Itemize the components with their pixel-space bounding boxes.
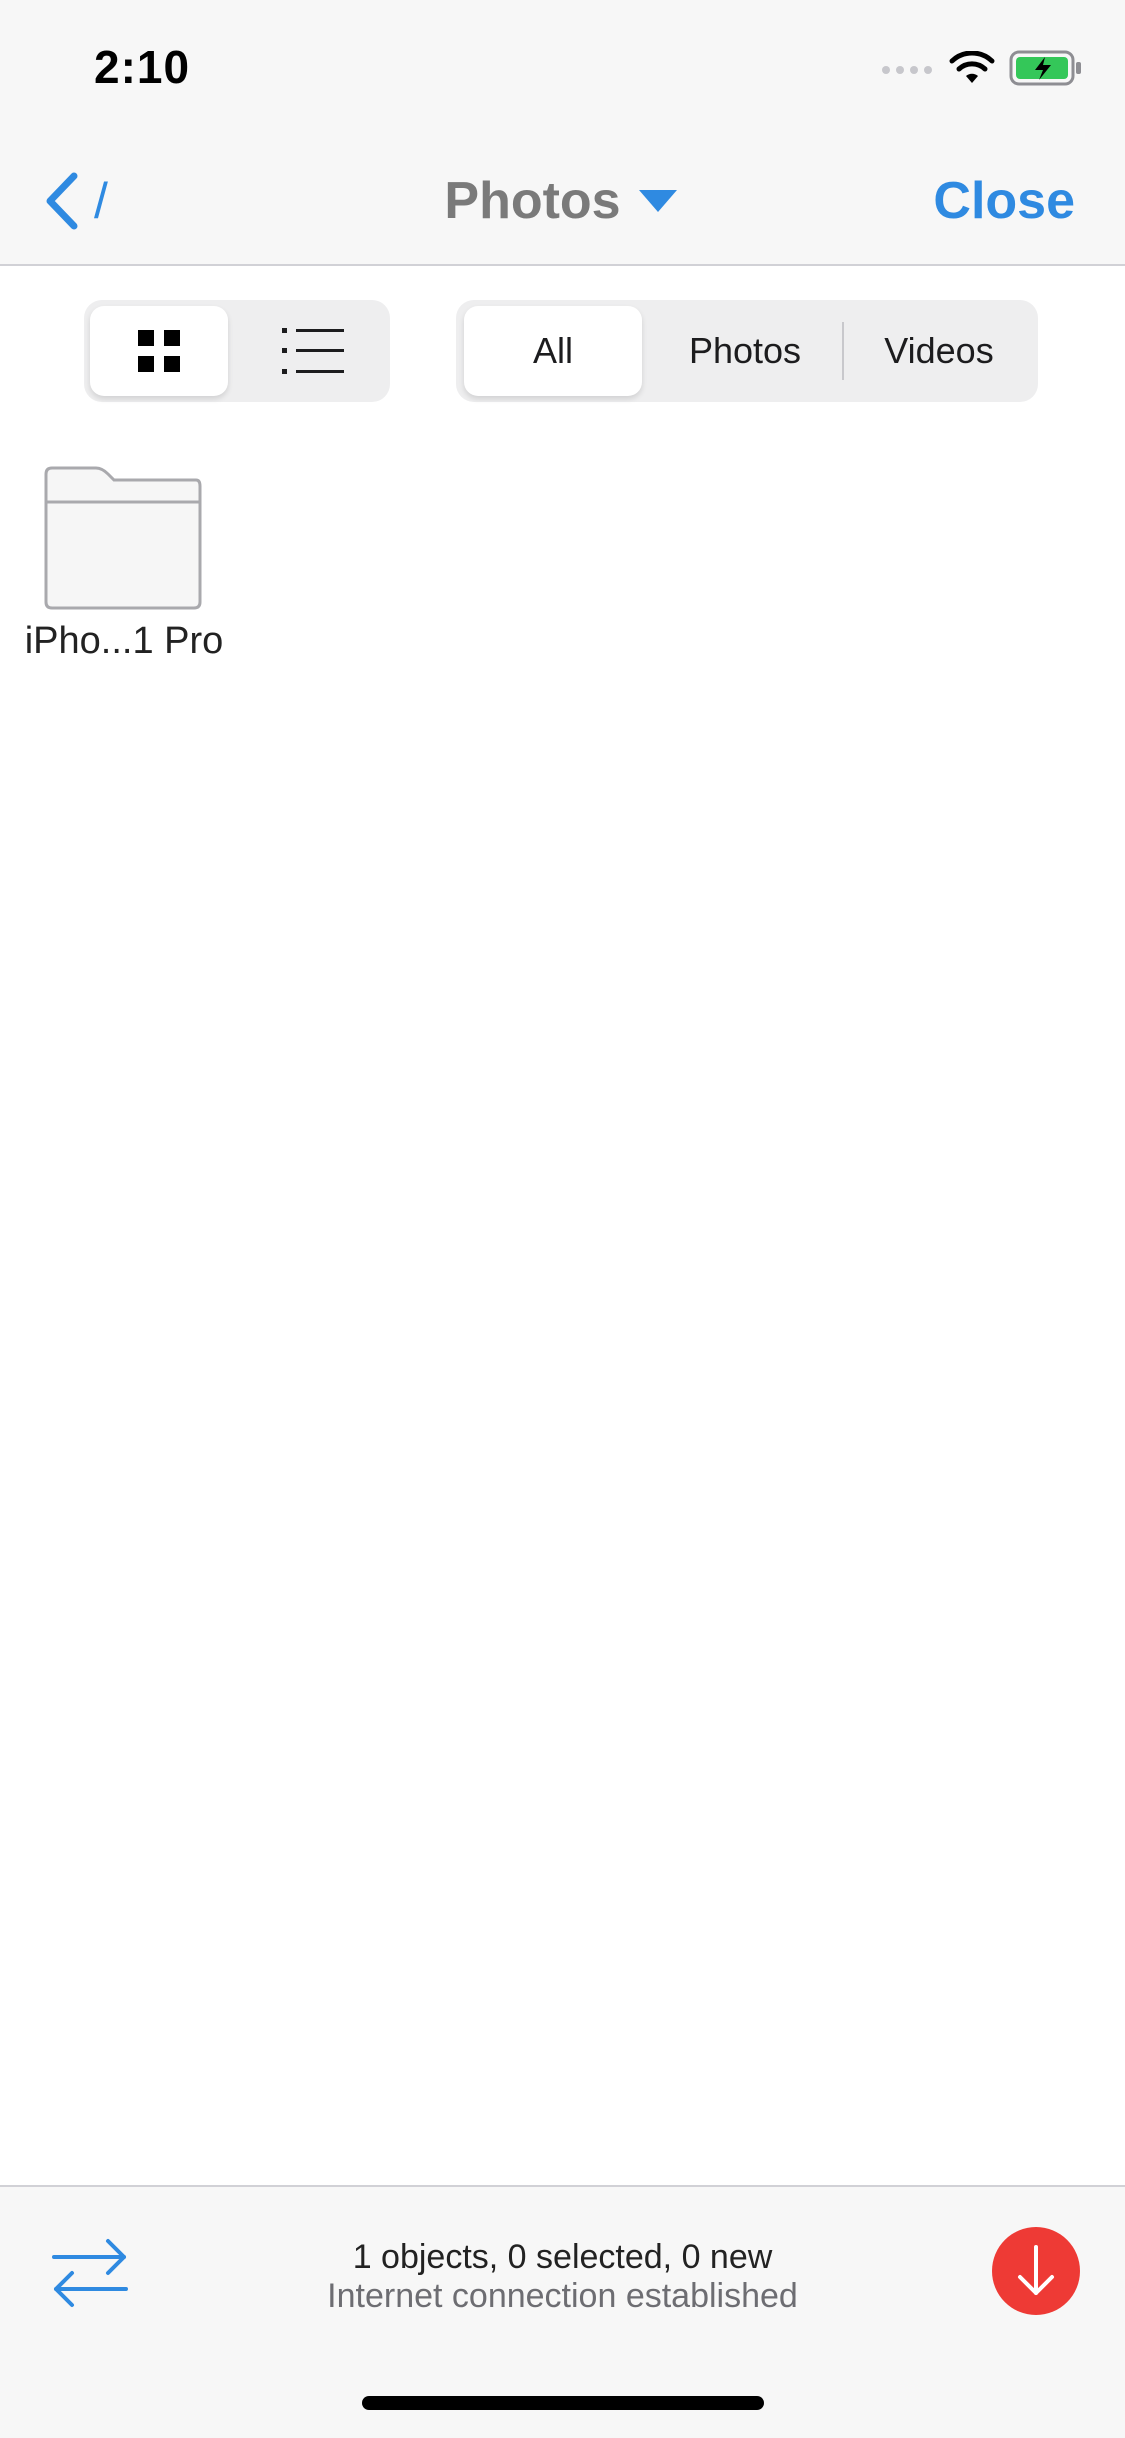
arrow-down-icon — [1018, 2245, 1054, 2295]
connection-status-text: Internet connection established — [327, 2277, 798, 2315]
filter-photos[interactable]: Photos — [652, 306, 838, 396]
media-filter-segmented-control: All Photos Videos — [456, 300, 1038, 402]
page-title: Photos — [444, 172, 621, 230]
filter-all[interactable]: All — [464, 306, 642, 396]
status-icons — [881, 48, 1083, 88]
filter-all-label: All — [532, 330, 573, 371]
folder-name: iPho...1 Pro — [24, 620, 224, 662]
object-count-text: 1 objects, 0 selected, 0 new — [352, 2238, 773, 2276]
close-button[interactable]: Close — [933, 166, 1075, 236]
grid-view-button[interactable] — [90, 306, 228, 396]
status-bar: 2:10 — [0, 0, 1125, 140]
download-button[interactable] — [992, 2227, 1080, 2315]
status-time: 2:10 — [94, 41, 191, 93]
filter-videos-label: Videos — [884, 330, 994, 371]
segment-divider — [842, 322, 844, 380]
cellular-signal-icon — [882, 66, 932, 74]
list-icon — [282, 328, 344, 374]
wifi-icon — [949, 51, 995, 83]
filter-photos-label: Photos — [688, 330, 802, 371]
grid-icon — [138, 330, 180, 372]
home-indicator[interactable] — [362, 2396, 764, 2410]
folder-icon — [44, 466, 202, 610]
navigation-bar: / Photos Close — [0, 140, 1125, 266]
toolbar-info: 1 objects, 0 selected, 0 new Internet co… — [0, 2237, 1125, 2315]
battery-charging-icon — [1009, 50, 1081, 86]
folder-item[interactable]: iPho...1 Pro — [18, 460, 230, 680]
view-mode-segmented-control — [84, 300, 390, 402]
filter-videos[interactable]: Videos — [848, 306, 1030, 396]
list-view-button[interactable] — [242, 306, 384, 396]
triangle-down-icon — [638, 190, 677, 212]
